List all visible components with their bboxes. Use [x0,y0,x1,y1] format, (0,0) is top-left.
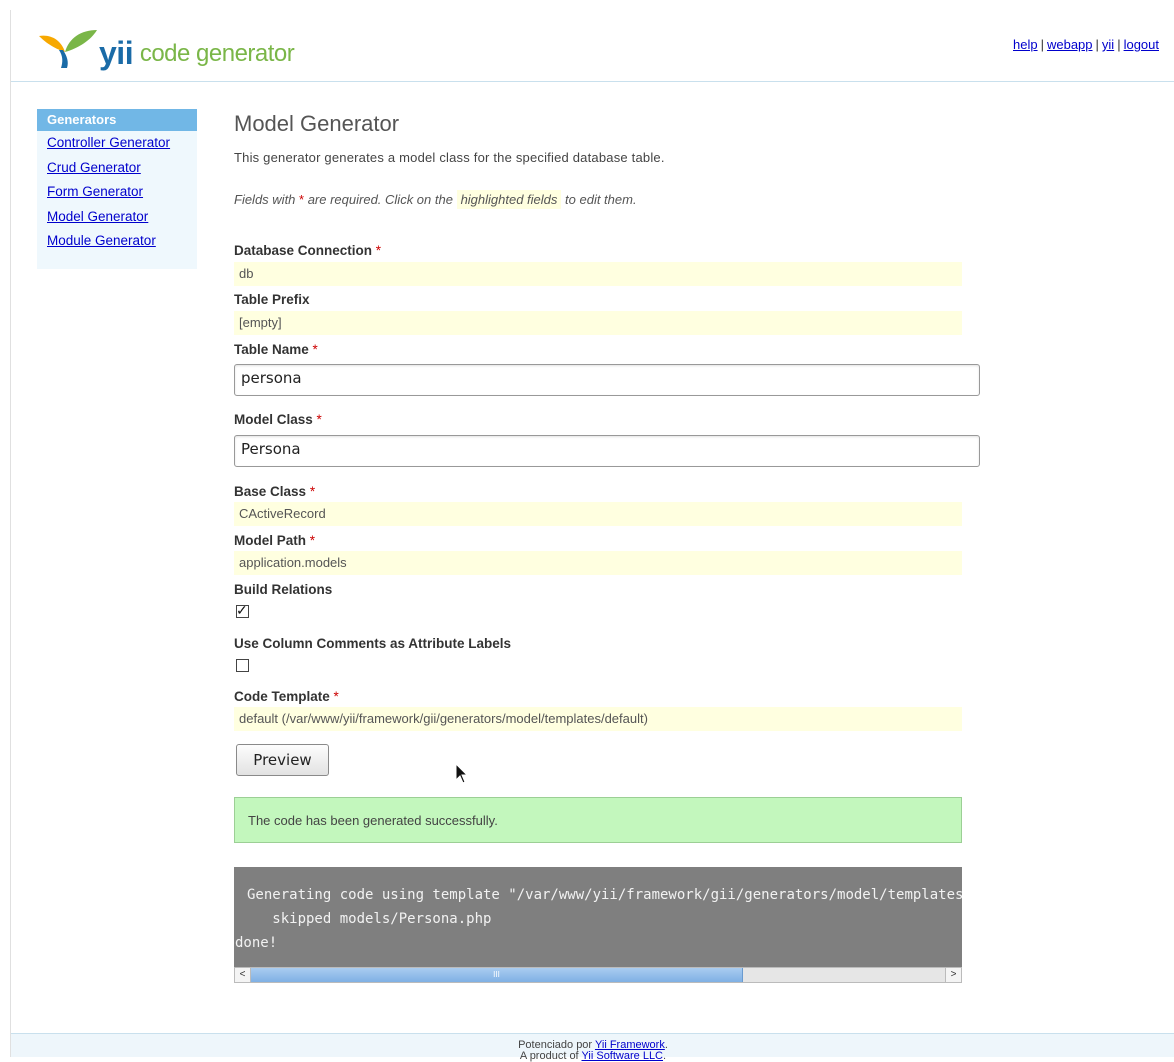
console-line: skipped models/Persona.php [247,911,492,927]
nav-separator: | [1095,37,1099,52]
sidebar-item-module: Module Generator [47,233,197,258]
controller-generator-link[interactable]: Controller Generator [47,135,170,150]
db-connection-label: Database Connection * [234,243,381,258]
table-name-label: Table Name * [234,342,318,357]
note-text-before: Fields with [234,192,300,207]
success-message: The code has been generated successfully… [234,797,962,843]
required-mark: * [316,412,322,427]
required-mark: * [309,533,316,548]
module-generator-link[interactable]: Module Generator [47,233,156,248]
base-class-field[interactable]: CActiveRecord [234,502,962,526]
preview-button[interactable]: Preview [236,744,329,776]
mouse-pointer-icon [455,763,469,784]
console-horizontal-scrollbar[interactable]: < III > [234,967,962,983]
webapp-link[interactable]: webapp [1047,37,1093,52]
footer: Potenciado por Yii Framework. A product … [11,1033,1174,1062]
logo-sub: code generator [139,40,295,67]
table-name-label-text: Table Name [234,342,309,357]
console-line: done! [235,935,278,951]
sidebar-item-crud: Crud Generator [47,160,197,185]
required-mark: * [309,484,316,499]
top-nav: help | webapp | yii | logout [1013,37,1159,52]
note-text-mid: are required. Click on the [304,192,457,207]
sidebar-item-model: Model Generator [47,209,197,234]
required-mark: * [312,342,318,357]
sidebar-item-form: Form Generator [47,184,197,209]
table-prefix-label: Table Prefix [234,292,310,307]
page-description: This generator generates a model class f… [234,150,665,165]
scroll-right-icon[interactable]: > [945,968,961,982]
table-prefix-field[interactable]: [empty] [234,311,962,335]
yii-software-link[interactable]: Yii Software LLC [581,1050,663,1062]
required-mark: * [333,689,339,704]
console-line: Generating code using template "/var/www… [247,887,962,903]
footer-text: . [663,1050,667,1062]
model-path-label: Model Path * [234,533,315,548]
table-name-input[interactable]: persona [234,364,980,396]
model-class-label: Model Class * [234,412,322,427]
note-highlight: highlighted fields [456,190,562,209]
yii-logo-icon [39,30,97,68]
code-template-label-text: Code Template [234,689,330,704]
form-note: Fields with * are required. Click on the… [234,190,637,209]
generation-console: Generating code using template "/var/www… [234,867,962,967]
header: yii code generator help | webapp | yii | logou… [11,10,1174,82]
page-title: Model Generator [234,111,400,136]
column-comments-label: Use Column Comments as Attribute Labels [234,636,512,651]
logo-text: yii code generator [99,32,295,71]
help-link[interactable]: help [1013,37,1038,52]
build-relations-label: Build Relations [234,582,333,597]
logout-link[interactable]: logout [1124,37,1159,52]
nav-separator: | [1040,37,1044,52]
base-class-label-text: Base Class [234,484,307,499]
model-path-label-text: Model Path [234,533,307,548]
code-template-label: Code Template * [234,689,339,704]
yii-link[interactable]: yii [1102,37,1114,52]
model-generator-link[interactable]: Model Generator [47,209,148,224]
generator-list: Controller Generator Crud Generator Form… [37,131,197,258]
footer-text: A product of [519,1050,582,1062]
scroll-left-icon[interactable]: < [235,968,251,982]
sidebar: Generators Controller Generator Crud Gen… [37,109,197,269]
model-class-label-text: Model Class [234,412,313,427]
db-connection-label-text: Database Connection [234,243,373,258]
logo-main: yii [99,35,134,71]
note-text-after: to edit them. [561,192,637,207]
column-comments-checkbox[interactable] [236,659,249,672]
db-connection-field[interactable]: db [234,262,962,286]
crud-generator-link[interactable]: Crud Generator [47,160,141,175]
page: yii code generator help | webapp | yii | logou… [10,10,1174,1062]
sidebar-title: Generators [37,109,197,131]
form-generator-link[interactable]: Form Generator [47,184,143,199]
required-mark: * [375,243,382,258]
build-relations-checkbox[interactable]: ✓ [236,602,249,618]
code-template-field[interactable]: default (/var/www/yii/framework/gii/gene… [234,707,962,731]
scroll-thumb[interactable]: III [251,968,743,982]
sidebar-item-controller: Controller Generator [47,135,197,160]
checkmark-icon: ✓ [236,602,248,618]
base-class-label: Base Class * [234,484,315,499]
model-path-field[interactable]: application.models [234,551,962,575]
model-class-input[interactable]: Persona [234,435,980,467]
nav-separator: | [1117,37,1121,52]
